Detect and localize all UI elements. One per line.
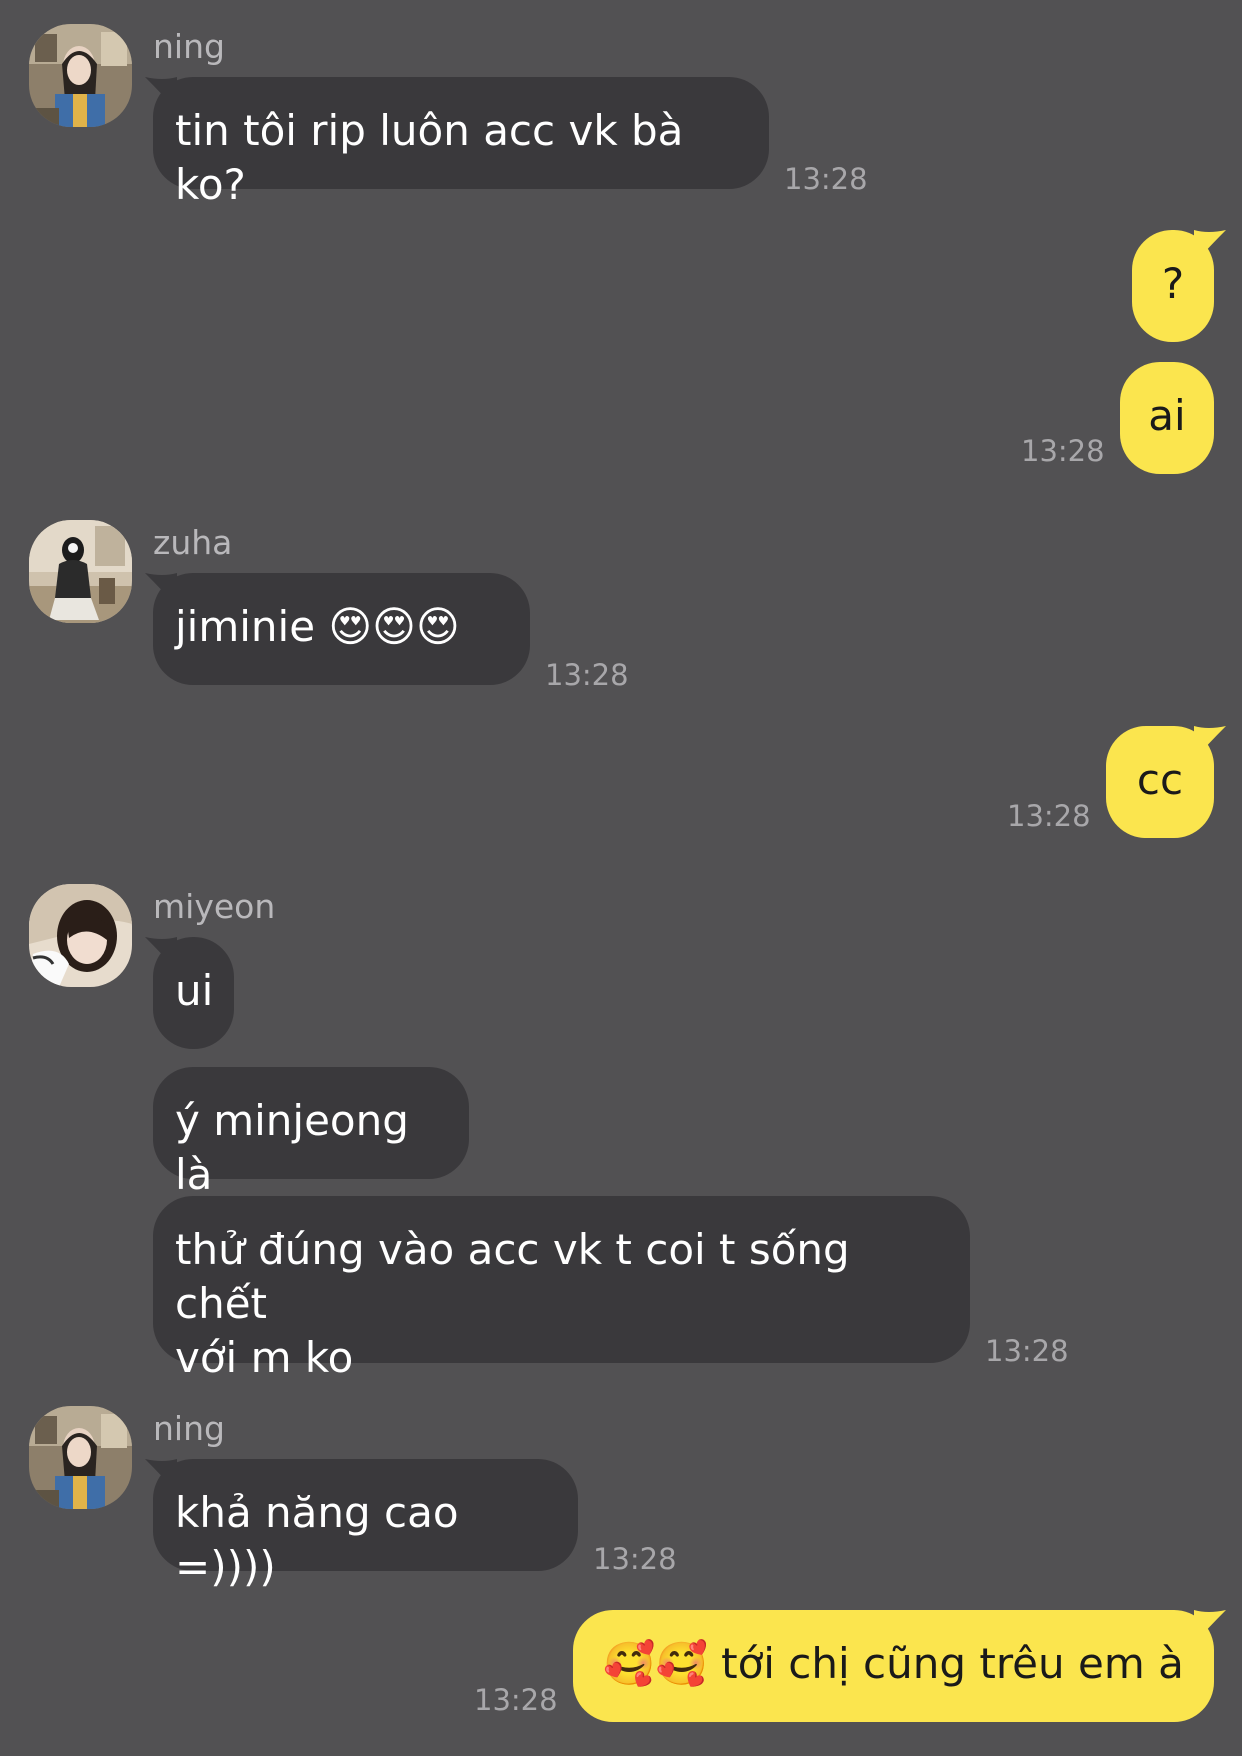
message-time: 13:28 xyxy=(985,1334,1069,1368)
message-bubble[interactable]: ai xyxy=(1120,362,1214,474)
sender-name: zuha xyxy=(153,523,233,562)
message-bubble[interactable]: tin tôi rip luôn acc vk bà ko? xyxy=(145,77,769,209)
avatar-ning[interactable] xyxy=(29,24,132,127)
message-bubble[interactable]: ui xyxy=(145,937,234,1049)
sender-name: miyeon xyxy=(153,887,276,926)
message-text: thử đúng vào acc vk t coi t sống chết vớ… xyxy=(175,1225,850,1382)
message-time: 13:28 xyxy=(1007,799,1091,833)
message-text: ui xyxy=(175,966,214,1015)
message-bubble[interactable]: cc xyxy=(1106,726,1226,838)
message-time: 13:28 xyxy=(474,1683,558,1717)
message-bubble[interactable]: 🥰🥰 tới chị cũng trêu em à xyxy=(573,1610,1226,1722)
message-time: 13:28 xyxy=(545,658,629,692)
message-time: 13:28 xyxy=(784,162,868,196)
avatar-miyeon[interactable] xyxy=(29,884,132,987)
message-text: khả năng cao =)))) xyxy=(175,1488,459,1591)
message-bubble[interactable]: ? xyxy=(1132,230,1226,342)
message-text: ai xyxy=(1148,391,1186,440)
bubble-tail-icon xyxy=(1194,726,1226,760)
bubble-tail-icon xyxy=(145,937,177,971)
avatar-ning[interactable] xyxy=(29,1406,132,1509)
bubble-tail-icon xyxy=(1194,1610,1226,1644)
sender-name: ning xyxy=(153,27,225,66)
message-bubble[interactable]: khả năng cao =)))) xyxy=(145,1459,578,1591)
bubble-tail-icon xyxy=(145,77,177,111)
bubble-tail-icon xyxy=(1194,230,1226,264)
message-text: 🥰🥰 tới chị cũng trêu em à xyxy=(603,1639,1184,1688)
message-text: ? xyxy=(1161,259,1185,308)
avatar-zuha[interactable] xyxy=(29,520,132,623)
message-text: tin tôi rip luôn acc vk bà ko? xyxy=(175,106,684,209)
chat-thread[interactable]: ning tin tôi rip luôn acc vk bà ko? 13:2… xyxy=(0,0,1242,1756)
message-text: jiminie 😍😍😍 xyxy=(175,602,460,651)
message-text: ý minjeong là xyxy=(175,1096,409,1199)
message-time: 13:28 xyxy=(1021,434,1105,468)
message-bubble[interactable]: thử đúng vào acc vk t coi t sống chết vớ… xyxy=(153,1196,970,1382)
sender-name: ning xyxy=(153,1409,225,1448)
bubble-tail-icon xyxy=(145,573,177,607)
message-bubble[interactable]: ý minjeong là xyxy=(153,1067,469,1199)
message-bubble[interactable]: jiminie 😍😍😍 xyxy=(145,573,530,685)
message-text: cc xyxy=(1136,755,1184,804)
message-time: 13:28 xyxy=(593,1542,677,1576)
bubble-tail-icon xyxy=(145,1459,177,1493)
